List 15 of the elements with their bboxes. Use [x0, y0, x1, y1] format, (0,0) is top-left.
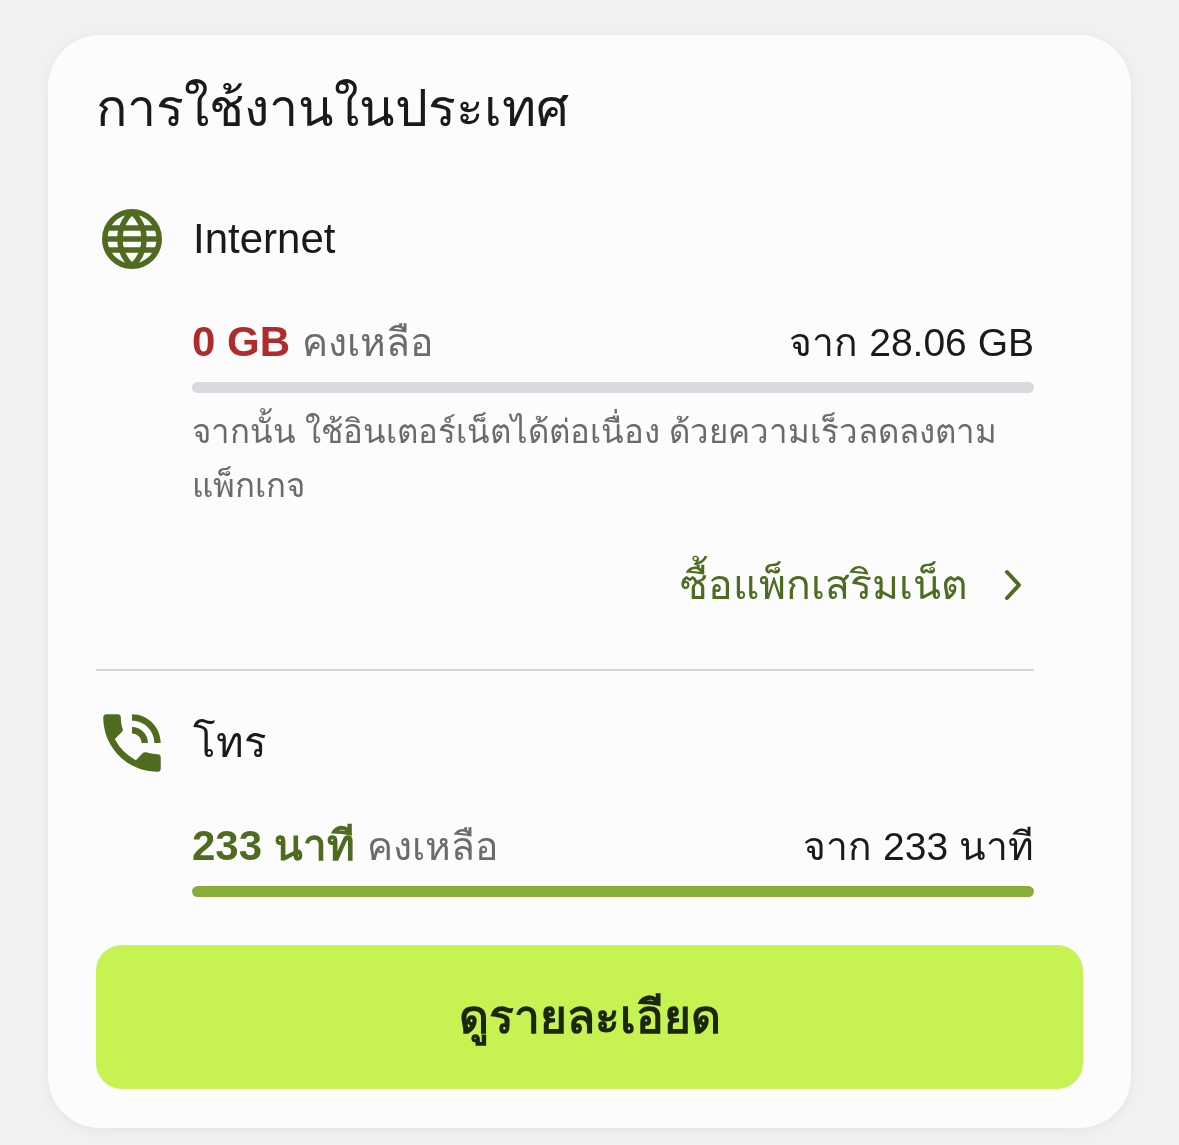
- buy-addon-link[interactable]: ซื้อแพ็กเสริมเน็ต: [680, 557, 1022, 613]
- phone-call-icon: [102, 713, 162, 773]
- total-amount: จาก 233 นาที: [803, 824, 1034, 870]
- details-button[interactable]: ดูรายละเอียด: [96, 945, 1083, 1089]
- section-label: โทร: [193, 718, 267, 768]
- remaining-label: คงเหลือ: [302, 320, 434, 366]
- remaining-label: คงเหลือ: [366, 824, 498, 870]
- card-title: การใช้งานในประเทศ: [96, 78, 569, 139]
- usage-note: จากนั้น ใช้อินเตอร์เน็ตได้ต่อเนื่อง ด้วยความเร็วลดลงตามแพ็กเกจ: [192, 405, 1034, 513]
- chevron-right-icon: [1004, 569, 1022, 601]
- remaining-amount: 0 GB: [192, 317, 291, 367]
- globe-icon: [102, 209, 162, 269]
- total-amount: จาก 28.06 GB: [789, 320, 1034, 366]
- remaining-amount: 233 นาที: [192, 821, 355, 871]
- section-label: Internet: [193, 214, 336, 264]
